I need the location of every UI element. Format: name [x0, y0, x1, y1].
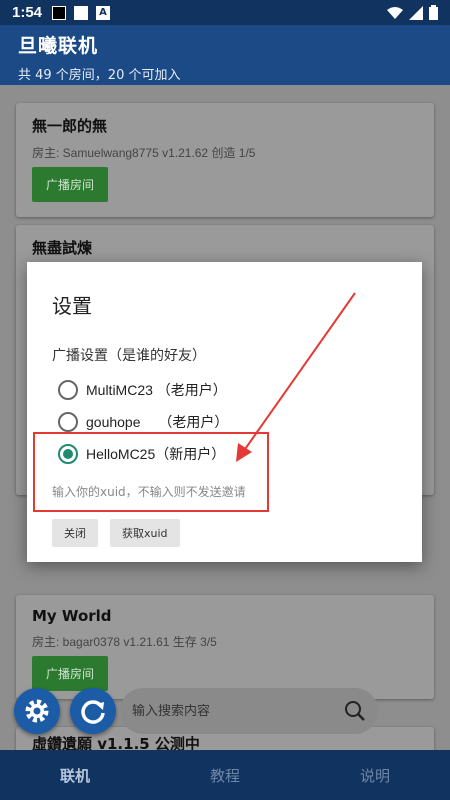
annotation-arrow-icon	[236, 292, 356, 462]
